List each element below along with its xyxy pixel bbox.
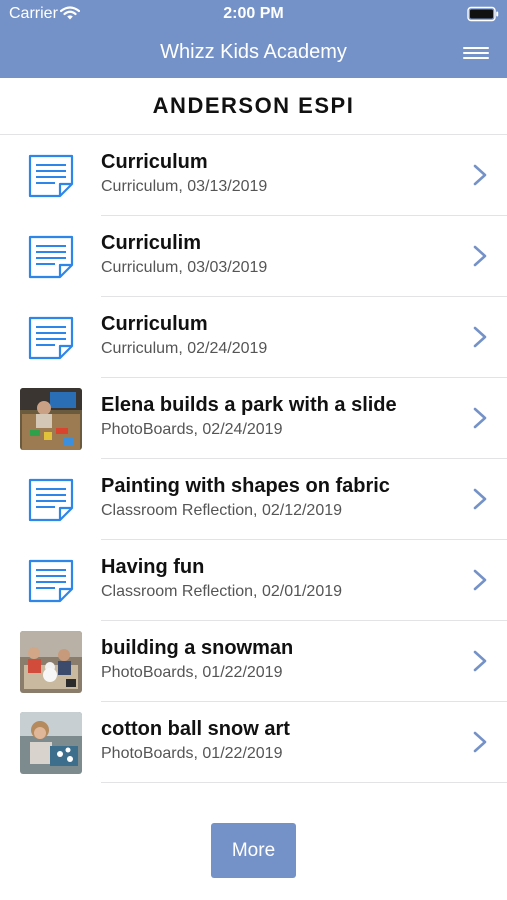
student-name: ANDERSON ESPI: [152, 93, 355, 118]
more-button[interactable]: More: [211, 823, 296, 878]
chevron-right-icon: [473, 650, 487, 672]
item-subtitle: Curriculum, 03/13/2019: [101, 178, 268, 195]
clock-time: 2:00 PM: [223, 5, 284, 22]
document-icon: [28, 559, 74, 603]
hamburger-menu-icon[interactable]: [463, 44, 489, 66]
item-title: Having fun: [101, 556, 205, 578]
item-title: cotton ball snow art: [101, 718, 290, 740]
student-header: ANDERSON ESPI: [0, 78, 507, 135]
photo-thumbnail: [20, 388, 82, 450]
chevron-right-icon: [473, 407, 487, 429]
document-icon: [28, 235, 74, 279]
entries-list: Curriculum Curriculum, 03/13/2019 Curric…: [0, 135, 507, 783]
item-title: Painting with shapes on fabric: [101, 475, 390, 497]
item-subtitle: Classroom Reflection, 02/12/2019: [101, 502, 343, 519]
list-item[interactable]: Painting with shapes on fabric Classroom…: [0, 459, 507, 540]
item-subtitle: Curriculum, 02/24/2019: [101, 340, 268, 357]
list-item[interactable]: building a snowman PhotoBoards, 01/22/20…: [0, 621, 507, 702]
chevron-right-icon: [473, 731, 487, 753]
document-icon: [28, 154, 74, 198]
list-item[interactable]: Curriculum Curriculum, 03/13/2019: [0, 135, 507, 216]
item-title: Elena builds a park with a slide: [101, 394, 397, 416]
status-bar: Carrier 2:00 PM: [0, 0, 507, 30]
chevron-right-icon: [473, 164, 487, 186]
chevron-right-icon: [473, 488, 487, 510]
chevron-right-icon: [473, 326, 487, 348]
navigation-bar: Whizz Kids Academy: [0, 30, 507, 78]
document-icon: [28, 478, 74, 522]
chevron-right-icon: [473, 569, 487, 591]
list-item[interactable]: Elena builds a park with a slide PhotoBo…: [0, 378, 507, 459]
row-divider: [101, 782, 507, 783]
photo-thumbnail: [20, 631, 82, 693]
item-subtitle: Curriculum, 03/03/2019: [101, 259, 268, 276]
list-item[interactable]: Curriculum Curriculum, 02/24/2019: [0, 297, 507, 378]
list-item[interactable]: Having fun Classroom Reflection, 02/01/2…: [0, 540, 507, 621]
app-title: Whizz Kids Academy: [160, 41, 347, 63]
item-subtitle: PhotoBoards, 01/22/2019: [101, 745, 283, 762]
item-subtitle: Classroom Reflection, 02/01/2019: [101, 583, 343, 600]
photo-thumbnail: [20, 712, 82, 774]
document-icon: [28, 316, 74, 360]
item-title: building a snowman: [101, 637, 294, 659]
item-title: Curriculum: [101, 151, 208, 173]
item-title: Curriculim: [101, 232, 202, 254]
chevron-right-icon: [473, 245, 487, 267]
list-item[interactable]: Curriculim Curriculum, 03/03/2019: [0, 216, 507, 297]
battery-icon: [467, 6, 499, 22]
item-subtitle: PhotoBoards, 01/22/2019: [101, 664, 283, 681]
item-subtitle: PhotoBoards, 02/24/2019: [101, 421, 283, 438]
list-item[interactable]: cotton ball snow art PhotoBoards, 01/22/…: [0, 702, 507, 783]
item-title: Curriculum: [101, 313, 208, 335]
